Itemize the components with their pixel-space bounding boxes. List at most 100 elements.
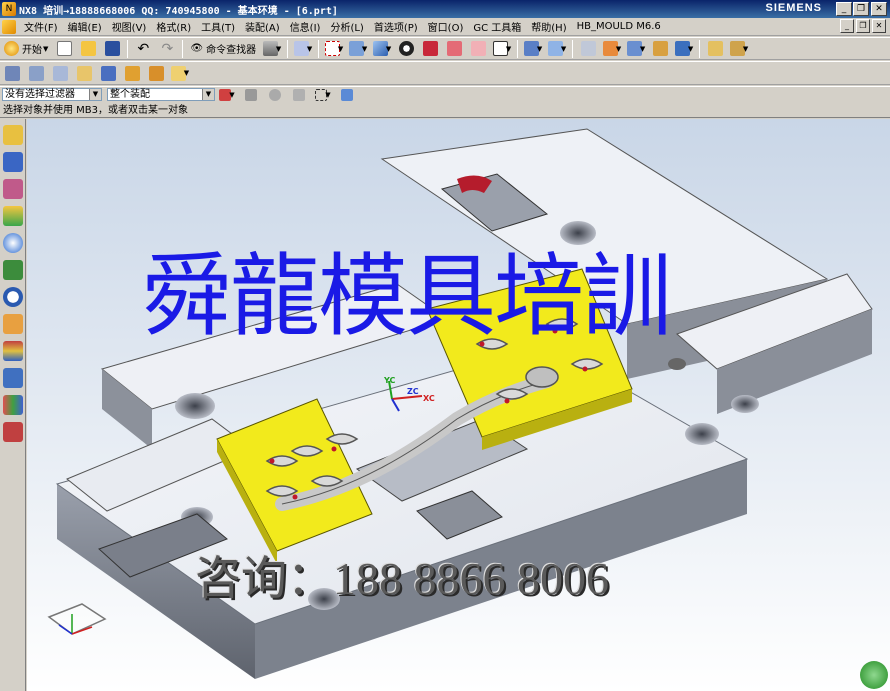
hook-icon [293,88,305,101]
doc-minimize-button[interactable]: _ [840,19,854,33]
lasso-button[interactable] [264,88,286,102]
mold-tool-4-button[interactable] [73,63,95,83]
command-finder-label: 命令查找器 [206,45,257,56]
wcs-yc-label: YC [384,376,396,385]
layers-stack-icon [28,65,44,81]
start-button[interactable]: 开始 ▼ [1,39,51,59]
hidden-edges-button[interactable] [467,39,489,59]
system-materials-icon[interactable] [3,314,23,334]
history-icon[interactable] [3,260,23,280]
shaded-edges-button[interactable] [419,39,441,59]
redo-button[interactable]: ↷ [156,39,178,59]
assembly-button[interactable] [577,39,599,59]
view-cube-button[interactable]: ▼ [371,39,393,59]
binoculars-icon: 👁 [190,43,204,54]
web-browser-icon[interactable] [3,233,23,253]
measure-button[interactable] [649,39,671,59]
menu-preferences[interactable]: 首选项(P) [369,19,423,34]
select-body-button[interactable] [336,88,358,102]
draft-button[interactable]: ▼ [728,39,750,59]
command-finder-button[interactable]: 👁 命令查找器 [187,39,259,59]
mold-tool-3-button[interactable] [49,63,71,83]
separator [517,39,519,58]
undo-button[interactable]: ↶ [132,39,154,59]
menu-gc-toolkits[interactable]: GC 工具箱 [468,19,526,34]
mold-tool-6-button[interactable] [121,63,143,83]
general-selection-button[interactable]: ▼ [216,88,238,102]
render-style-button[interactable] [395,39,417,59]
section-button[interactable]: ▼ [546,39,568,59]
nx-app-icon[interactable]: N [2,2,16,16]
mold-plate-model [47,128,873,679]
snap-point-button[interactable] [240,88,262,102]
wcs-button[interactable]: ▼ [601,39,623,59]
close-button[interactable]: ✕ [871,2,887,16]
undo-icon: ↶ [137,40,150,57]
selection-button[interactable]: ▼ [292,39,314,59]
minimize-button[interactable]: _ [836,2,852,16]
clock-icon[interactable] [3,287,23,307]
hole [668,358,686,370]
ruler-button[interactable] [704,39,726,59]
pen-icon [100,65,116,81]
menu-hb-mould[interactable]: HB_MOULD M6.6 [572,21,666,32]
cue-line: 选择对象并使用 MB3，或者双击某一对象 [0,103,890,118]
mold-tool-2-button[interactable] [25,63,47,83]
graphics-window[interactable]: YC ZC XC 舜龍模具培訓 咨询：188 8866 8006 [27,119,890,691]
point-snap-icon [245,88,257,101]
assembly-navigator-icon[interactable] [3,125,23,145]
menu-view[interactable]: 视图(V) [107,19,152,34]
part-navigator-icon[interactable] [3,179,23,199]
open-button[interactable] [77,39,99,59]
doc-restore-button[interactable]: ❐ [856,19,870,33]
background-button[interactable]: ▼ [491,39,513,59]
reuse-library-icon[interactable] [3,206,23,226]
save-button[interactable] [101,39,123,59]
selection-scope-value: 整个装配 [110,89,150,100]
hole [560,221,596,245]
separator [318,39,320,58]
menu-analysis[interactable]: 分析(L) [325,19,368,34]
ruler-icon [707,41,723,56]
restore-button[interactable]: ❐ [853,2,869,16]
orient-button[interactable]: ▼ [347,39,369,59]
doc-close-button[interactable]: ✕ [872,19,886,33]
rectangle-select-button[interactable]: ▼ [312,88,334,102]
separator [182,39,184,58]
wcs-xc-label: XC [423,394,435,403]
document-icon[interactable] [2,19,16,34]
mold-tool-8-button[interactable]: ▼ [169,63,191,83]
menu-information[interactable]: 信息(I) [285,19,326,34]
mold-tool-5-button[interactable] [97,63,119,83]
status-globe-icon[interactable] [860,661,888,689]
constraint-navigator-icon[interactable] [3,152,23,172]
fit-button[interactable]: ▼ [323,39,345,59]
hook-button[interactable] [288,88,310,102]
separator [127,39,129,58]
manufacturing-wizard-icon[interactable] [3,368,23,388]
menu-edit[interactable]: 编辑(E) [63,19,107,34]
new-button[interactable] [53,39,75,59]
hammer-button[interactable]: ▼ [261,39,283,59]
wcs-zc-label: ZC [407,387,419,396]
process-studio-icon[interactable] [3,341,23,361]
menu-assemblies[interactable]: 装配(A) [240,19,285,34]
roles-icon[interactable] [3,395,23,415]
menu-window[interactable]: 窗口(O) [423,19,469,34]
wireframe-button[interactable] [443,39,465,59]
selection-scope-dropdown[interactable]: 整个装配 ▼ [107,88,215,101]
play-button[interactable]: ▼ [673,39,695,59]
wizard-icon [148,65,164,81]
system-scene-icon[interactable] [3,422,23,442]
mold-tool-7-button[interactable] [145,63,167,83]
snap-button[interactable]: ▼ [625,39,647,59]
layer-button[interactable]: ▼ [522,39,544,59]
menu-file[interactable]: 文件(F) [19,19,63,34]
menu-help[interactable]: 帮助(H) [526,19,571,34]
view-triad [47,603,107,635]
mold-tool-1-button[interactable] [1,63,23,83]
type-filter-dropdown[interactable]: 没有选择过滤器 ▼ [2,88,102,101]
menu-format[interactable]: 格式(R) [151,19,196,34]
red-cube-edges-icon [446,41,462,56]
menu-tools[interactable]: 工具(T) [196,19,240,34]
